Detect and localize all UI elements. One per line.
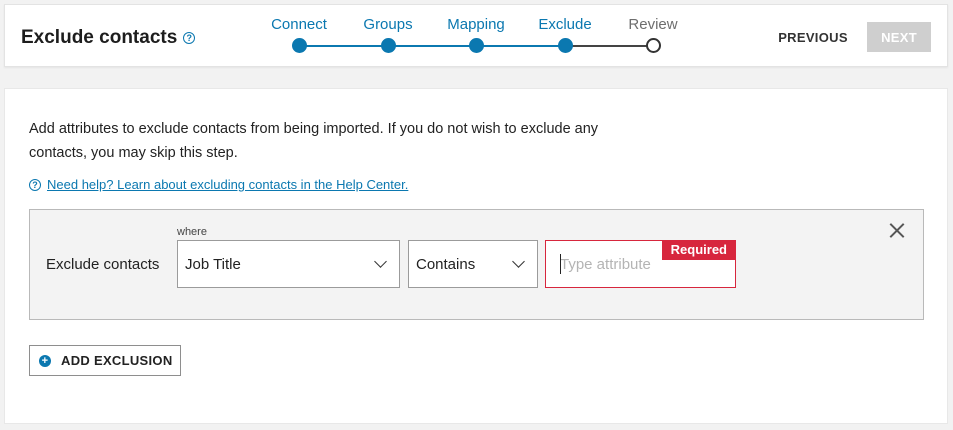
- text-caret: [560, 254, 561, 274]
- chevron-down-icon: [374, 255, 387, 268]
- question-circle-icon: ?: [29, 178, 41, 191]
- step-label-exclude[interactable]: Exclude: [538, 16, 591, 33]
- step-label-connect[interactable]: Connect: [271, 16, 327, 33]
- exclusion-rule: Exclude contacts where Job Title Contain…: [29, 209, 924, 320]
- step-connector: [476, 45, 565, 47]
- field-select[interactable]: Job Title: [177, 240, 400, 288]
- step-connector: [388, 45, 476, 47]
- step-label-groups[interactable]: Groups: [363, 16, 412, 33]
- help-center-link[interactable]: ? Need help? Learn about excluding conta…: [29, 177, 408, 192]
- where-label: where: [177, 226, 207, 238]
- operator-select-value: Contains: [416, 255, 476, 273]
- next-button[interactable]: NEXT: [867, 22, 931, 52]
- import-header: Exclude contacts ? Connect Groups Mappin…: [4, 4, 948, 67]
- step-dot-groups[interactable]: [381, 38, 396, 53]
- close-icon[interactable]: [889, 222, 905, 238]
- attribute-field-wrap: Required: [545, 240, 736, 288]
- step-connector: [299, 45, 388, 47]
- required-badge: Required: [661, 240, 736, 260]
- field-select-value: Job Title: [185, 255, 241, 273]
- chevron-down-icon: [512, 255, 525, 268]
- exclude-card: Add attributes to exclude contacts from …: [4, 88, 948, 424]
- description-text: Add attributes to exclude contacts from …: [29, 121, 599, 161]
- previous-button[interactable]: PREVIOUS: [767, 22, 859, 52]
- plus-circle-icon: +: [39, 354, 51, 367]
- add-exclusion-button[interactable]: + ADD EXCLUSION: [29, 345, 181, 376]
- step-label-mapping[interactable]: Mapping: [447, 16, 505, 33]
- step-label-review: Review: [628, 16, 678, 33]
- rule-label: Exclude contacts: [46, 256, 160, 273]
- step-dot-exclude[interactable]: [558, 38, 573, 53]
- add-exclusion-label: ADD EXCLUSION: [61, 353, 173, 368]
- step-dot-connect[interactable]: [292, 38, 307, 53]
- step-dot-mapping[interactable]: [469, 38, 484, 53]
- help-link-text[interactable]: Need help? Learn about excluding contact…: [47, 177, 408, 192]
- step-connector: [565, 45, 653, 47]
- step-dot-review: [646, 38, 661, 53]
- operator-select[interactable]: Contains: [408, 240, 538, 288]
